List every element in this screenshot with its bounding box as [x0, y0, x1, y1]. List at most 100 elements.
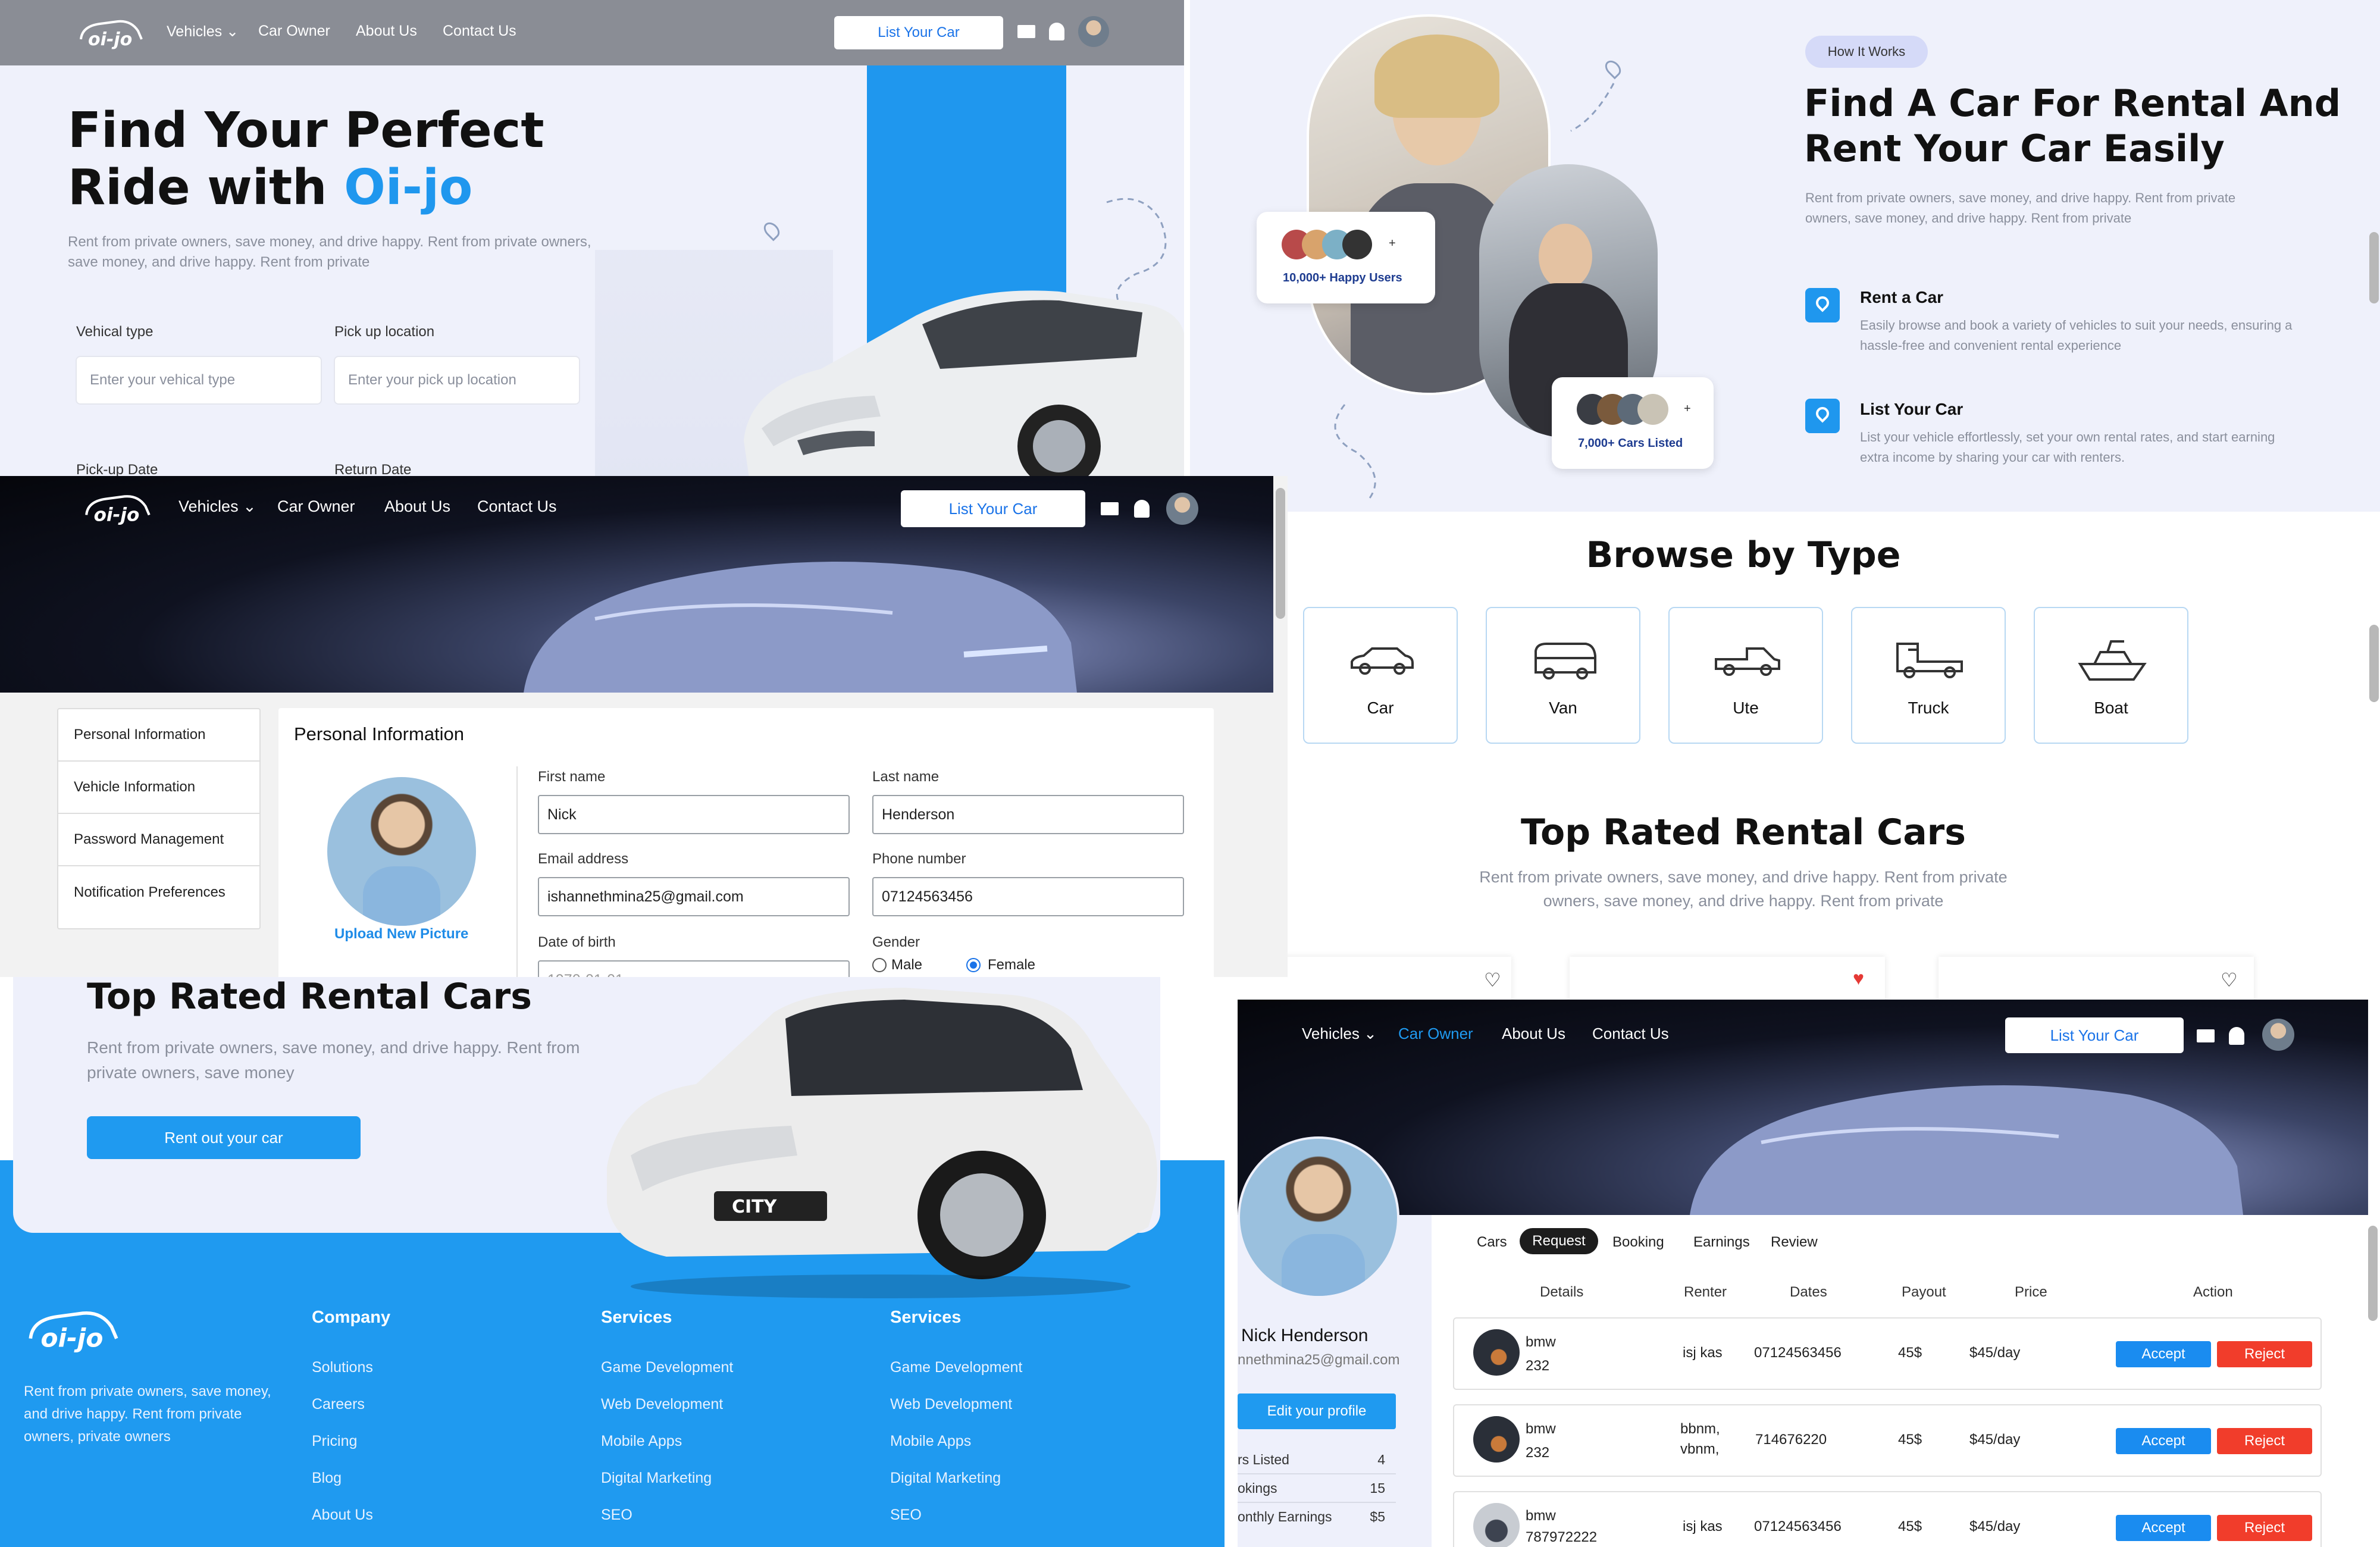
gender-female-radio[interactable] [966, 958, 981, 972]
mail-icon[interactable] [2197, 1029, 2215, 1042]
footer-link[interactable]: Web Development [601, 1396, 723, 1413]
menu-password-management[interactable]: Password Management [58, 814, 261, 866]
personal-info-heading: Personal Information [294, 724, 465, 744]
footer-link[interactable]: SEO [601, 1507, 632, 1524]
tab-earnings[interactable]: Earnings [1693, 1234, 1750, 1251]
email-label: Email address [538, 851, 629, 867]
footer-link[interactable]: Digital Marketing [890, 1470, 1001, 1487]
footer-link[interactable]: Game Development [601, 1359, 733, 1376]
rental-card[interactable] [1570, 957, 1885, 1000]
upload-picture-link[interactable]: Upload New Picture [334, 926, 468, 942]
chevron-down-icon: ⌄ [1364, 1025, 1377, 1042]
gender-male-label: Male [891, 957, 923, 973]
nav-contact-us[interactable]: Contact Us [1592, 1025, 1669, 1043]
menu-notification-preferences[interactable]: Notification Preferences [58, 866, 261, 919]
footer-link[interactable]: Digital Marketing [601, 1470, 712, 1487]
happy-users-card: + 10,000+ Happy Users [1257, 212, 1435, 303]
type-card-truck[interactable]: Truck [1851, 607, 2006, 744]
email-field[interactable]: ishannethmina25@gmail.com [538, 877, 850, 916]
first-name-field[interactable]: Nick [538, 795, 850, 834]
list-your-car-button[interactable]: List Your Car [901, 490, 1085, 527]
menu-personal-information[interactable]: Personal Information [58, 709, 261, 762]
type-label-truck: Truck [1908, 699, 1949, 717]
site-logo[interactable]: oi-jo [80, 490, 157, 526]
rental-card[interactable] [1285, 957, 1511, 1000]
nav-contact-us[interactable]: Contact Us [443, 23, 516, 40]
accept-button[interactable]: Accept [2116, 1515, 2211, 1541]
mail-icon[interactable] [1101, 502, 1119, 515]
profile-email: nnethmina25@gmail.com [1238, 1352, 1400, 1368]
footer-link[interactable]: Pricing [312, 1433, 357, 1450]
accept-button[interactable]: Accept [2116, 1341, 2211, 1367]
footer-link[interactable]: Game Development [890, 1359, 1022, 1376]
menu-vehicle-information[interactable]: Vehicle Information [58, 762, 261, 814]
heart-icon[interactable]: ♡ [1484, 969, 1501, 991]
list-your-car-button[interactable]: List Your Car [834, 16, 1003, 49]
nav-car-owner[interactable]: Car Owner [277, 497, 355, 516]
footer-link[interactable]: About Us [312, 1507, 373, 1524]
pickup-location-input[interactable]: Enter your pick up location [334, 356, 580, 405]
avatar[interactable] [2262, 1019, 2294, 1051]
footer-link[interactable]: Solutions [312, 1359, 373, 1376]
row-car-id: 787972222 [1526, 1529, 1598, 1545]
rental-card[interactable] [1939, 957, 2254, 1000]
heart-filled-icon[interactable]: ♥ [1853, 967, 1864, 989]
footer-link[interactable]: Mobile Apps [601, 1433, 682, 1450]
nav-vehicles[interactable]: Vehicles ⌄ [178, 497, 256, 516]
last-name-value: Henderson [882, 806, 955, 823]
reject-button[interactable]: Reject [2217, 1341, 2312, 1367]
avatar[interactable] [1166, 493, 1198, 525]
nav-car-owner[interactable]: Car Owner [258, 23, 330, 40]
how-description: Rent from private owners, save money, an… [1805, 190, 2236, 226]
dob-field[interactable]: 1970-01-01 [538, 960, 850, 977]
scrollbar[interactable] [2369, 625, 2379, 702]
nav-about-us[interactable]: About Us [356, 23, 417, 40]
rent-out-car-button[interactable]: Rent out your car [87, 1116, 361, 1159]
chevron-down-icon: ⌄ [243, 497, 256, 515]
last-name-field[interactable]: Henderson [872, 795, 1184, 834]
nav-contact-us[interactable]: Contact Us [477, 497, 557, 516]
type-card-ute[interactable]: Ute [1668, 607, 1823, 744]
bell-icon[interactable] [1049, 23, 1064, 40]
avatar[interactable] [1078, 16, 1109, 47]
type-card-van[interactable]: Van [1486, 607, 1640, 744]
tab-review[interactable]: Review [1771, 1234, 1818, 1251]
site-logo[interactable]: oi-jo [76, 15, 148, 50]
nav-car-owner[interactable]: Car Owner [1398, 1025, 1473, 1043]
svg-text:oi-jo: oi-jo [88, 29, 132, 50]
vehicle-type-input[interactable]: Enter your vehical type [76, 356, 322, 405]
gender-male-radio[interactable] [872, 958, 887, 972]
tab-booking[interactable]: Booking [1612, 1234, 1664, 1251]
footer-logo[interactable]: oi-jo [24, 1304, 125, 1354]
type-card-car[interactable]: Car [1303, 607, 1458, 744]
profile-photo [1238, 1136, 1399, 1298]
phone-field[interactable]: 07124563456 [872, 877, 1184, 916]
type-card-boat[interactable]: Boat [2034, 607, 2188, 744]
footer-link[interactable]: SEO [890, 1507, 922, 1524]
tab-cars[interactable]: Cars [1477, 1234, 1507, 1251]
type-label-boat: Boat [2094, 699, 2128, 717]
heart-icon[interactable]: ♡ [2221, 969, 2238, 991]
nav-about-us[interactable]: About Us [1502, 1025, 1565, 1043]
nav-about-us[interactable]: About Us [384, 497, 450, 516]
scrollbar[interactable] [2369, 232, 2379, 303]
reject-button[interactable]: Reject [2217, 1515, 2312, 1541]
scrollbar[interactable] [1276, 488, 1285, 619]
reject-button[interactable]: Reject [2217, 1428, 2312, 1454]
scrollbar[interactable] [2368, 1226, 2378, 1321]
footer-link[interactable]: Careers [312, 1396, 365, 1413]
nav-vehicles[interactable]: Vehicles ⌄ [1302, 1025, 1377, 1043]
list-your-car-button[interactable]: List Your Car [2005, 1017, 2184, 1053]
vehicle-type-placeholder: Enter your vehical type [90, 372, 236, 388]
bell-icon[interactable] [1134, 500, 1150, 518]
footer-link[interactable]: Blog [312, 1470, 342, 1487]
edit-profile-button[interactable]: Edit your profile [1238, 1393, 1396, 1429]
location-pin-icon [1805, 288, 1840, 322]
footer-link[interactable]: Web Development [890, 1396, 1012, 1413]
accept-button[interactable]: Accept [2116, 1428, 2211, 1454]
nav-vehicles[interactable]: Vehicles ⌄ [167, 23, 239, 40]
tab-request[interactable]: Request [1520, 1228, 1598, 1254]
bell-icon[interactable] [2229, 1027, 2244, 1045]
mail-icon[interactable] [1017, 25, 1035, 38]
footer-link[interactable]: Mobile Apps [890, 1433, 971, 1450]
